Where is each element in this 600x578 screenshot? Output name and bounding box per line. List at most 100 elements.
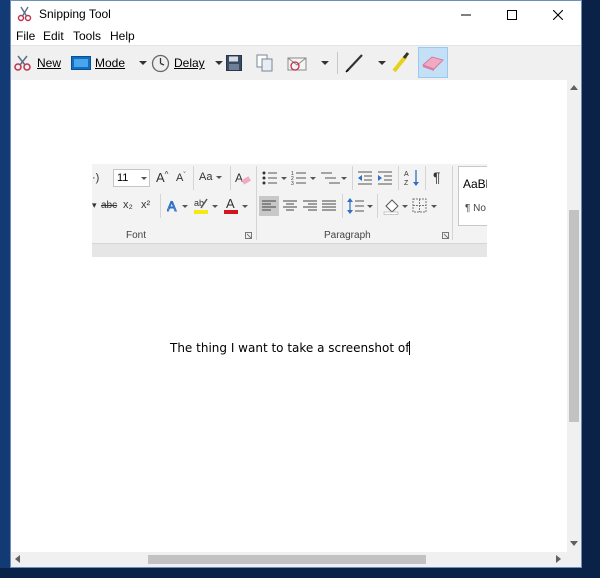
- horizontal-scroll-thumb[interactable]: [148, 555, 426, 564]
- subscript-icon: x₂: [123, 199, 133, 211]
- paragraph-group-label: Paragraph: [324, 230, 371, 241]
- send-dropdown-caret[interactable]: [321, 61, 329, 65]
- highlighter-icon: [392, 52, 410, 73]
- pen-dropdown-caret[interactable]: [378, 61, 386, 65]
- borders-icon: [412, 198, 437, 213]
- align-right-icon: [303, 200, 317, 211]
- text-effects-icon: A: [167, 198, 188, 214]
- maximize-button[interactable]: [489, 1, 535, 28]
- maximize-icon: [507, 9, 517, 20]
- window-title: Snipping Tool: [39, 7, 111, 21]
- ribbon-separator: [230, 166, 231, 190]
- mode-icon: [71, 56, 91, 70]
- sort-icon: AZ: [404, 170, 419, 187]
- close-icon: [553, 9, 563, 20]
- scroll-down-arrow[interactable]: [570, 541, 578, 546]
- desktop-background-right: [582, 0, 600, 578]
- scroll-left-arrow[interactable]: [15, 555, 20, 563]
- copy-button[interactable]: [256, 46, 274, 80]
- pen-button[interactable]: [344, 46, 386, 80]
- case-caret: [215, 175, 222, 179]
- title-bar: Snipping Tool: [11, 1, 581, 28]
- eraser-icon: [422, 56, 444, 71]
- email-icon: [287, 57, 307, 71]
- ribbon-separator: [193, 166, 194, 190]
- captured-ribbon-image: ·) 11 A^ Aˇ Aa A ▾ abc x₂ x² A ab A Font…: [92, 164, 487, 257]
- captured-document-text: The thing I want to take a screenshot of: [170, 341, 411, 355]
- ribbon-separator: [425, 166, 426, 190]
- font-size-value: 11: [117, 172, 129, 184]
- ribbon-separator: [352, 166, 353, 190]
- ribbon-separator: [452, 166, 453, 240]
- vertical-scroll-thumb[interactable]: [569, 210, 579, 422]
- align-center-icon: [283, 200, 297, 211]
- scroll-up-arrow[interactable]: [570, 85, 578, 90]
- close-button[interactable]: [535, 1, 581, 28]
- ribbon-separator: [398, 166, 399, 190]
- svg-text:A: A: [235, 171, 243, 185]
- strikethrough-icon: abc: [101, 200, 118, 211]
- pen-icon: [345, 54, 363, 73]
- highlighter-button[interactable]: [391, 46, 411, 80]
- svg-text:A: A: [226, 196, 235, 211]
- menu-bar: File Edit Tools Help: [11, 28, 581, 45]
- font-size-box: 11: [113, 169, 150, 187]
- grow-font-icon: A^: [156, 170, 169, 185]
- delay-dropdown-caret[interactable]: [214, 61, 223, 65]
- mode-button[interactable]: Mode: [71, 46, 148, 80]
- paragraph-dialog-launcher-icon: [442, 232, 449, 239]
- menu-tools[interactable]: Tools: [73, 29, 101, 43]
- save-icon: [226, 55, 242, 71]
- decrease-indent-icon: [358, 171, 372, 185]
- clock-icon: [151, 54, 170, 72]
- increase-indent-icon: [378, 171, 392, 185]
- delay-button[interactable]: Delay: [151, 46, 223, 80]
- ribbon-separator: [377, 194, 378, 218]
- superscript-icon: x²: [141, 199, 151, 211]
- desktop-background-bottom: [0, 568, 600, 578]
- ribbon-collapse-bar: [92, 243, 487, 257]
- shrink-font-icon: Aˇ: [176, 172, 186, 184]
- menu-help[interactable]: Help: [110, 29, 135, 43]
- new-label: New: [37, 56, 62, 70]
- scissors-icon: [17, 6, 32, 22]
- toolbar-separator: [337, 52, 338, 74]
- snip-canvas: ·) 11 A^ Aˇ Aa A ▾ abc x₂ x² A ab A Font…: [11, 80, 567, 552]
- scroll-right-arrow[interactable]: [556, 555, 561, 563]
- desktop-background-left: [0, 0, 10, 578]
- ribbon-separator: [160, 194, 161, 218]
- style-name-text: ¶ No: [465, 203, 486, 214]
- case-label: Aa: [199, 171, 213, 183]
- strike-caret: ▾: [92, 200, 97, 210]
- clear-formatting-icon: A: [235, 171, 251, 185]
- justify-icon: [322, 200, 336, 211]
- change-case-button: Aa: [199, 171, 222, 183]
- minimize-button[interactable]: [443, 1, 489, 28]
- svg-text:A: A: [404, 171, 409, 178]
- horizontal-scrollbar[interactable]: [11, 552, 567, 567]
- mode-label: Mode: [95, 56, 126, 70]
- bullets-icon: [262, 171, 287, 185]
- styles-gallery-preview: AaBl ¶ No: [458, 166, 487, 226]
- mode-dropdown-caret[interactable]: [139, 61, 148, 65]
- scrollbar-corner: [567, 552, 581, 567]
- toolbar: New Mode Delay: [11, 45, 581, 81]
- save-button[interactable]: [226, 46, 242, 80]
- align-left-icon: [262, 200, 276, 211]
- new-snip-button[interactable]: New: [13, 46, 61, 80]
- font-name-partial: ·): [92, 172, 100, 184]
- delay-label: Delay: [174, 56, 205, 70]
- menu-file[interactable]: File: [16, 29, 35, 43]
- send-snip-button[interactable]: [287, 46, 329, 80]
- vertical-scrollbar[interactable]: [567, 80, 581, 552]
- line-spacing-icon: [347, 198, 373, 214]
- text-cursor: [409, 341, 411, 355]
- eraser-button[interactable]: [418, 47, 448, 78]
- ribbon-separator: [256, 166, 257, 240]
- menu-edit[interactable]: Edit: [43, 29, 64, 43]
- style-preview-text: AaBl: [463, 177, 487, 191]
- shading-icon: [383, 199, 408, 215]
- document-text: The thing I want to take a screenshot of: [170, 341, 410, 355]
- font-group-label: Font: [126, 230, 147, 241]
- font-color-icon: A: [224, 196, 248, 214]
